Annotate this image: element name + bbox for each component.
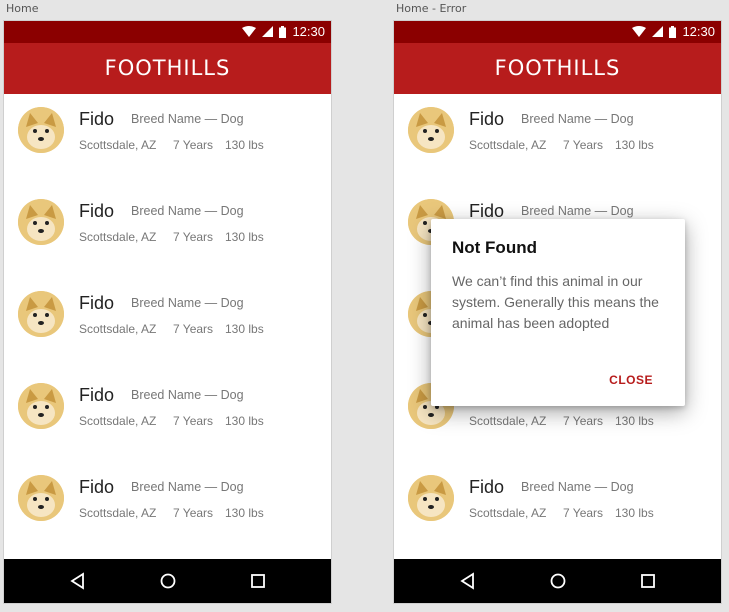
dog-avatar-icon	[18, 383, 64, 429]
list-item[interactable]: Fido Breed Name — Dog Scottsdale, AZ 7 Y…	[394, 94, 721, 186]
animal-weight: 130 lbs	[225, 414, 264, 428]
status-time: 12:30	[682, 24, 715, 39]
animal-breed: Breed Name — Dog	[131, 296, 244, 310]
animal-age: 7 Years	[563, 414, 604, 428]
dialog-title: Not Found	[452, 238, 537, 257]
nav-bar	[394, 559, 721, 603]
animal-weight: 130 lbs	[615, 414, 654, 428]
status-bar: 12:30	[4, 21, 331, 43]
phone-home-error: 12:30 FOOTHILLS Fido Breed Name — Dog Sc…	[394, 21, 721, 603]
animal-location: Scottsdale, AZ	[79, 138, 157, 152]
animal-name: Fido	[79, 293, 115, 313]
animal-weight: 130 lbs	[225, 230, 264, 244]
wifi-icon	[632, 26, 647, 37]
animal-weight: 130 lbs	[615, 506, 654, 520]
dog-avatar-icon	[18, 291, 64, 337]
animal-name: Fido	[469, 109, 505, 129]
animal-name: Fido	[79, 477, 115, 497]
not-found-dialog: Not Found We can’t find this animal in o…	[431, 219, 685, 406]
animal-age: 7 Years	[173, 322, 214, 336]
animal-age: 7 Years	[173, 414, 214, 428]
animal-age: 7 Years	[173, 230, 214, 244]
animal-breed: Breed Name — Dog	[131, 480, 244, 494]
list-item[interactable]: Fido Breed Name — Dog Scottsdale, AZ 7 Y…	[4, 94, 331, 186]
animal-weight: 130 lbs	[225, 322, 264, 336]
frame-label-home: Home	[6, 2, 39, 15]
animal-location: Scottsdale, AZ	[79, 230, 157, 244]
animal-breed: Breed Name — Dog	[131, 112, 244, 126]
animal-breed: Breed Name — Dog	[521, 204, 634, 218]
battery-icon	[669, 25, 677, 38]
animal-location: Scottsdale, AZ	[79, 322, 157, 336]
close-button[interactable]: CLOSE	[609, 373, 653, 387]
animal-location: Scottsdale, AZ	[79, 414, 157, 428]
app-title: FOOTHILLS	[394, 43, 721, 94]
home-icon[interactable]	[548, 571, 568, 591]
list-item[interactable]: Fido Breed Name — Dog Scottsdale, AZ 7 Y…	[4, 370, 331, 462]
animal-weight: 130 lbs	[615, 138, 654, 152]
home-icon[interactable]	[158, 571, 178, 591]
dog-avatar-icon	[18, 107, 64, 153]
dialog-message: We can’t find this animal in our system.…	[452, 273, 659, 331]
list-item[interactable]: Fido Breed Name — Dog Scottsdale, AZ 7 Y…	[4, 278, 331, 370]
dog-avatar-icon	[408, 475, 454, 521]
frame-label-home-error: Home - Error	[396, 2, 467, 15]
back-icon[interactable]	[458, 571, 478, 591]
animal-age: 7 Years	[173, 138, 214, 152]
animal-breed: Breed Name — Dog	[521, 112, 634, 126]
animal-name: Fido	[79, 385, 115, 405]
animal-breed: Breed Name — Dog	[131, 204, 244, 218]
battery-icon	[279, 25, 287, 38]
recents-icon[interactable]	[248, 571, 268, 591]
status-bar: 12:30	[394, 21, 721, 43]
list-item[interactable]: Fido Breed Name — Dog Scottsdale, AZ 7 Y…	[4, 462, 331, 554]
animal-location: Scottsdale, AZ	[469, 138, 547, 152]
dog-avatar-icon	[18, 199, 64, 245]
animal-breed: Breed Name — Dog	[131, 388, 244, 402]
list-item[interactable]: Fido Breed Name — Dog Scottsdale, AZ 7 Y…	[394, 462, 721, 554]
animal-age: 7 Years	[563, 138, 604, 152]
animal-list: Fido Breed Name — Dog Scottsdale, AZ 7 Y…	[4, 94, 331, 554]
animal-breed: Breed Name — Dog	[521, 480, 634, 494]
animal-age: 7 Years	[563, 506, 604, 520]
recents-icon[interactable]	[638, 571, 658, 591]
animal-location: Scottsdale, AZ	[469, 414, 547, 428]
dog-avatar-icon	[408, 107, 454, 153]
animal-location: Scottsdale, AZ	[469, 506, 547, 520]
signal-icon	[262, 26, 274, 37]
wifi-icon	[242, 26, 257, 37]
list-item[interactable]: Fido Breed Name — Dog Scottsdale, AZ 7 Y…	[4, 186, 331, 278]
animal-name: Fido	[79, 109, 115, 129]
animal-location: Scottsdale, AZ	[79, 506, 157, 520]
status-time: 12:30	[292, 24, 325, 39]
animal-weight: 130 lbs	[225, 506, 264, 520]
animal-weight: 130 lbs	[225, 138, 264, 152]
signal-icon	[652, 26, 664, 37]
phone-home: 12:30 FOOTHILLS Fido Breed Name — Dog Sc…	[4, 21, 331, 603]
animal-name: Fido	[79, 201, 115, 221]
app-title: FOOTHILLS	[4, 43, 331, 94]
animal-age: 7 Years	[173, 506, 214, 520]
back-icon[interactable]	[68, 571, 88, 591]
animal-name: Fido	[469, 477, 505, 497]
dog-avatar-icon	[18, 475, 64, 521]
nav-bar	[4, 559, 331, 603]
